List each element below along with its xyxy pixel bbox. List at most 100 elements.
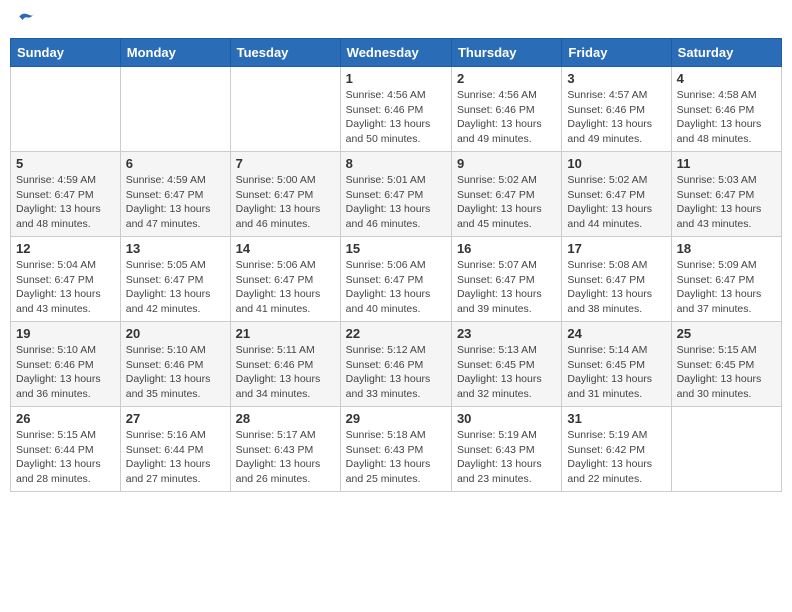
calendar-cell: [120, 67, 230, 152]
day-info: Sunrise: 5:09 AM Sunset: 6:47 PM Dayligh…: [677, 258, 776, 317]
day-number: 2: [457, 71, 556, 86]
day-info: Sunrise: 5:07 AM Sunset: 6:47 PM Dayligh…: [457, 258, 556, 317]
calendar-cell: 17 Sunrise: 5:08 AM Sunset: 6:47 PM Dayli…: [562, 237, 671, 322]
calendar-cell: 15 Sunrise: 5:06 AM Sunset: 6:47 PM Dayli…: [340, 237, 451, 322]
day-info: Sunrise: 5:10 AM Sunset: 6:46 PM Dayligh…: [16, 343, 115, 402]
day-number: 4: [677, 71, 776, 86]
day-info: Sunrise: 4:59 AM Sunset: 6:47 PM Dayligh…: [126, 173, 225, 232]
day-number: 13: [126, 241, 225, 256]
calendar-cell: 23Sunrise: 5:13 AM Sunset: 6:45 PM Dayli…: [451, 322, 561, 407]
day-number: 28: [236, 411, 335, 426]
day-info: Sunrise: 5:06 AM Sunset: 6:47 PM Dayligh…: [236, 258, 335, 317]
calendar-cell: 22 Sunrise: 5:12 AM Sunset: 6:46 PM Dayli…: [340, 322, 451, 407]
day-info: Sunrise: 5:05 AM Sunset: 6:47 PM Dayligh…: [126, 258, 225, 317]
day-number: 9: [457, 156, 556, 171]
day-number: 16: [457, 241, 556, 256]
day-number: 19: [16, 326, 115, 341]
calendar-cell: 27 Sunrise: 5:16 AM Sunset: 6:44 PM Dayli…: [120, 407, 230, 492]
calendar-cell: [671, 407, 781, 492]
calendar-cell: 24Sunrise: 5:14 AM Sunset: 6:45 PM Dayli…: [562, 322, 671, 407]
day-info: Sunrise: 5:13 AM Sunset: 6:45 PM Dayligh…: [457, 343, 556, 402]
day-info: Sunrise: 4:56 AM Sunset: 6:46 PM Dayligh…: [346, 88, 446, 147]
day-info: Sunrise: 5:10 AM Sunset: 6:46 PM Dayligh…: [126, 343, 225, 402]
calendar-cell: 6 Sunrise: 4:59 AM Sunset: 6:47 PM Daylig…: [120, 152, 230, 237]
day-number: 7: [236, 156, 335, 171]
day-info: Sunrise: 5:15 AM Sunset: 6:44 PM Dayligh…: [16, 428, 115, 487]
day-number: 26: [16, 411, 115, 426]
day-info: Sunrise: 5:12 AM Sunset: 6:46 PM Dayligh…: [346, 343, 446, 402]
day-info: Sunrise: 5:14 AM Sunset: 6:45 PM Dayligh…: [567, 343, 665, 402]
day-number: 20: [126, 326, 225, 341]
calendar-cell: [230, 67, 340, 152]
calendar-cell: 14Sunrise: 5:06 AM Sunset: 6:47 PM Dayli…: [230, 237, 340, 322]
calendar-cell: 20 Sunrise: 5:10 AM Sunset: 6:46 PM Dayli…: [120, 322, 230, 407]
calendar-cell: [11, 67, 121, 152]
calendar-cell: 4 Sunrise: 4:58 AM Sunset: 6:46 PM Daylig…: [671, 67, 781, 152]
day-info: Sunrise: 4:59 AM Sunset: 6:47 PM Dayligh…: [16, 173, 115, 232]
day-info: Sunrise: 5:18 AM Sunset: 6:43 PM Dayligh…: [346, 428, 446, 487]
day-number: 3: [567, 71, 665, 86]
day-info: Sunrise: 5:01 AM Sunset: 6:47 PM Dayligh…: [346, 173, 446, 232]
calendar-cell: 30 Sunrise: 5:19 AM Sunset: 6:43 PM Dayli…: [451, 407, 561, 492]
page-header: [10, 10, 782, 30]
day-number: 8: [346, 156, 446, 171]
day-number: 1: [346, 71, 446, 86]
day-header-friday: Friday: [562, 39, 671, 67]
day-header-monday: Monday: [120, 39, 230, 67]
calendar-cell: 19 Sunrise: 5:10 AM Sunset: 6:46 PM Dayli…: [11, 322, 121, 407]
day-number: 12: [16, 241, 115, 256]
day-info: Sunrise: 4:57 AM Sunset: 6:46 PM Dayligh…: [567, 88, 665, 147]
day-number: 29: [346, 411, 446, 426]
calendar-week-row: 12 Sunrise: 5:04 AM Sunset: 6:47 PM Dayli…: [11, 237, 782, 322]
calendar-week-row: 5Sunrise: 4:59 AM Sunset: 6:47 PM Daylig…: [11, 152, 782, 237]
day-number: 27: [126, 411, 225, 426]
day-info: Sunrise: 5:03 AM Sunset: 6:47 PM Dayligh…: [677, 173, 776, 232]
day-number: 18: [677, 241, 776, 256]
day-header-saturday: Saturday: [671, 39, 781, 67]
calendar-cell: 2Sunrise: 4:56 AM Sunset: 6:46 PM Daylig…: [451, 67, 561, 152]
day-number: 31: [567, 411, 665, 426]
day-info: Sunrise: 5:17 AM Sunset: 6:43 PM Dayligh…: [236, 428, 335, 487]
day-header-thursday: Thursday: [451, 39, 561, 67]
day-header-tuesday: Tuesday: [230, 39, 340, 67]
calendar-header-row: SundayMondayTuesdayWednesdayThursdayFrid…: [11, 39, 782, 67]
day-info: Sunrise: 4:58 AM Sunset: 6:46 PM Dayligh…: [677, 88, 776, 147]
day-number: 15: [346, 241, 446, 256]
day-number: 6: [126, 156, 225, 171]
day-info: Sunrise: 5:04 AM Sunset: 6:47 PM Dayligh…: [16, 258, 115, 317]
day-number: 11: [677, 156, 776, 171]
calendar-table: SundayMondayTuesdayWednesdayThursdayFrid…: [10, 38, 782, 492]
calendar-cell: 31 Sunrise: 5:19 AM Sunset: 6:42 PM Dayli…: [562, 407, 671, 492]
day-number: 30: [457, 411, 556, 426]
calendar-cell: 18 Sunrise: 5:09 AM Sunset: 6:47 PM Dayli…: [671, 237, 781, 322]
calendar-cell: 28 Sunrise: 5:17 AM Sunset: 6:43 PM Dayli…: [230, 407, 340, 492]
day-number: 22: [346, 326, 446, 341]
calendar-cell: 13 Sunrise: 5:05 AM Sunset: 6:47 PM Dayli…: [120, 237, 230, 322]
calendar-cell: 7 Sunrise: 5:00 AM Sunset: 6:47 PM Daylig…: [230, 152, 340, 237]
day-number: 10: [567, 156, 665, 171]
day-info: Sunrise: 5:02 AM Sunset: 6:47 PM Dayligh…: [567, 173, 665, 232]
calendar-cell: 9Sunrise: 5:02 AM Sunset: 6:47 PM Daylig…: [451, 152, 561, 237]
calendar-cell: 21Sunrise: 5:11 AM Sunset: 6:46 PM Dayli…: [230, 322, 340, 407]
logo-bird-icon: [16, 10, 36, 30]
day-info: Sunrise: 5:15 AM Sunset: 6:45 PM Dayligh…: [677, 343, 776, 402]
day-info: Sunrise: 5:19 AM Sunset: 6:43 PM Dayligh…: [457, 428, 556, 487]
calendar-week-row: 19 Sunrise: 5:10 AM Sunset: 6:46 PM Dayli…: [11, 322, 782, 407]
calendar-cell: 8 Sunrise: 5:01 AM Sunset: 6:47 PM Daylig…: [340, 152, 451, 237]
day-info: Sunrise: 5:16 AM Sunset: 6:44 PM Dayligh…: [126, 428, 225, 487]
day-info: Sunrise: 5:11 AM Sunset: 6:46 PM Dayligh…: [236, 343, 335, 402]
calendar-cell: 12 Sunrise: 5:04 AM Sunset: 6:47 PM Dayli…: [11, 237, 121, 322]
calendar-cell: 3 Sunrise: 4:57 AM Sunset: 6:46 PM Daylig…: [562, 67, 671, 152]
calendar-cell: 10 Sunrise: 5:02 AM Sunset: 6:47 PM Dayli…: [562, 152, 671, 237]
calendar-cell: 11 Sunrise: 5:03 AM Sunset: 6:47 PM Dayli…: [671, 152, 781, 237]
calendar-week-row: 1 Sunrise: 4:56 AM Sunset: 6:46 PM Daylig…: [11, 67, 782, 152]
calendar-cell: 16 Sunrise: 5:07 AM Sunset: 6:47 PM Dayli…: [451, 237, 561, 322]
day-info: Sunrise: 5:19 AM Sunset: 6:42 PM Dayligh…: [567, 428, 665, 487]
day-info: Sunrise: 5:08 AM Sunset: 6:47 PM Dayligh…: [567, 258, 665, 317]
day-info: Sunrise: 5:06 AM Sunset: 6:47 PM Dayligh…: [346, 258, 446, 317]
day-header-sunday: Sunday: [11, 39, 121, 67]
day-number: 17: [567, 241, 665, 256]
day-info: Sunrise: 5:00 AM Sunset: 6:47 PM Dayligh…: [236, 173, 335, 232]
day-number: 25: [677, 326, 776, 341]
calendar-cell: 25 Sunrise: 5:15 AM Sunset: 6:45 PM Dayli…: [671, 322, 781, 407]
